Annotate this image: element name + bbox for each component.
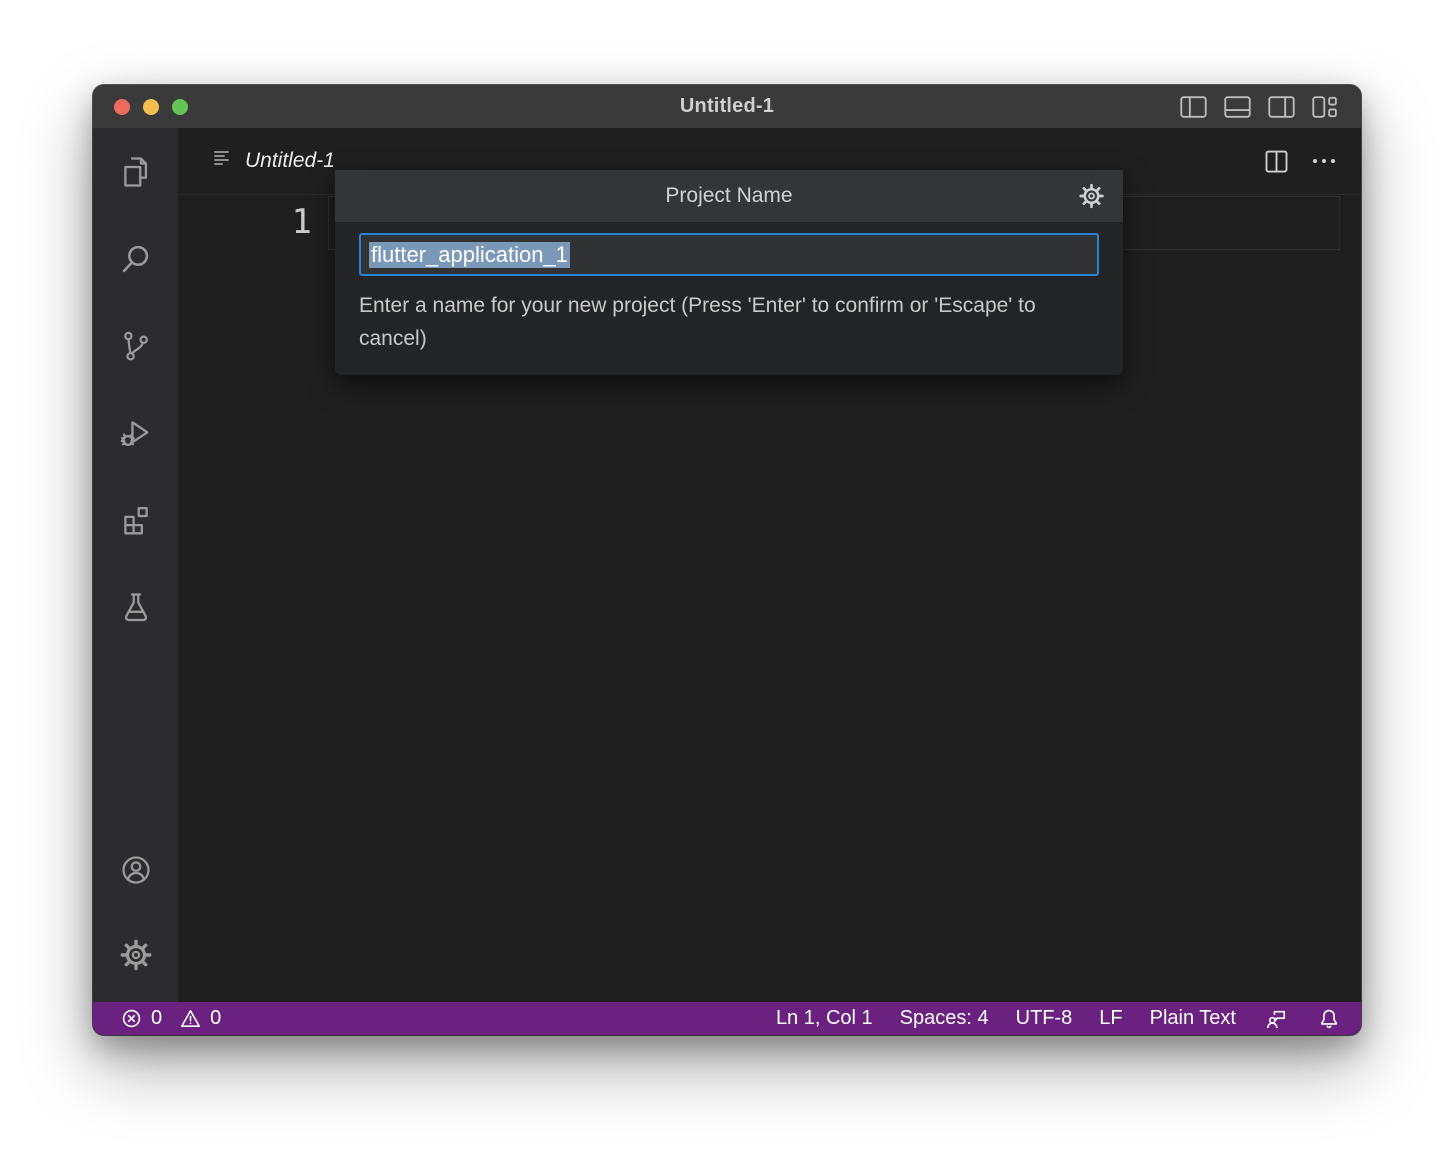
error-count: 0 [151, 1007, 162, 1030]
error-icon [119, 1006, 144, 1031]
titlebar: Untitled-1 [93, 85, 1361, 128]
project-name-dialog: Project Name [335, 170, 1123, 375]
run-and-debug-icon[interactable] [119, 416, 153, 450]
dialog-header: Project Name [335, 170, 1123, 222]
bell-icon[interactable] [1316, 1006, 1342, 1032]
line-number: 1 [178, 195, 312, 250]
gear-icon[interactable] [1078, 183, 1105, 210]
input-hint-text: Enter a name for your new project (Press… [359, 289, 1049, 355]
project-name-input[interactable]: flutter_application_1 [359, 233, 1099, 276]
warning-count: 0 [210, 1007, 221, 1030]
plaintext-file-icon [211, 147, 235, 176]
window-title: Untitled-1 [93, 95, 1361, 118]
search-icon[interactable] [119, 242, 153, 276]
vscode-window: Untitled-1 [93, 85, 1361, 1035]
problems-indicator[interactable]: 0 0 [119, 1006, 221, 1031]
language-mode[interactable]: Plain Text [1150, 1007, 1236, 1030]
encoding-setting[interactable]: UTF-8 [1016, 1007, 1073, 1030]
activity-bar [93, 128, 178, 1002]
dialog-title: Project Name [665, 184, 792, 208]
split-editor-icon[interactable] [1264, 149, 1289, 174]
customize-layout-icon[interactable] [1312, 96, 1339, 118]
tab-label: Untitled-1 [245, 149, 335, 173]
indentation-setting[interactable]: Spaces: 4 [900, 1007, 989, 1030]
warning-icon [178, 1006, 203, 1031]
extensions-icon[interactable] [119, 503, 153, 537]
manage-settings-icon[interactable] [119, 938, 153, 972]
source-control-icon[interactable] [119, 329, 153, 363]
toggle-primary-sidebar-icon[interactable] [1180, 96, 1207, 118]
explorer-icon[interactable] [119, 155, 153, 189]
selected-input-text: flutter_application_1 [369, 242, 570, 268]
eol-setting[interactable]: LF [1099, 1007, 1122, 1030]
more-actions-icon[interactable] [1313, 159, 1335, 163]
tab-untitled-1[interactable]: Untitled-1 [178, 128, 335, 194]
toggle-secondary-sidebar-icon[interactable] [1268, 96, 1295, 118]
status-bar: 0 0 Ln 1, Col 1 Spaces: 4 UTF-8 LF [93, 1002, 1361, 1035]
testing-icon[interactable] [119, 590, 153, 624]
toggle-panel-icon[interactable] [1224, 96, 1251, 118]
cursor-position[interactable]: Ln 1, Col 1 [776, 1007, 873, 1030]
dialog-body: flutter_application_1 Enter a name for y… [335, 222, 1123, 375]
feedback-icon[interactable] [1263, 1006, 1289, 1032]
accounts-icon[interactable] [119, 853, 153, 887]
